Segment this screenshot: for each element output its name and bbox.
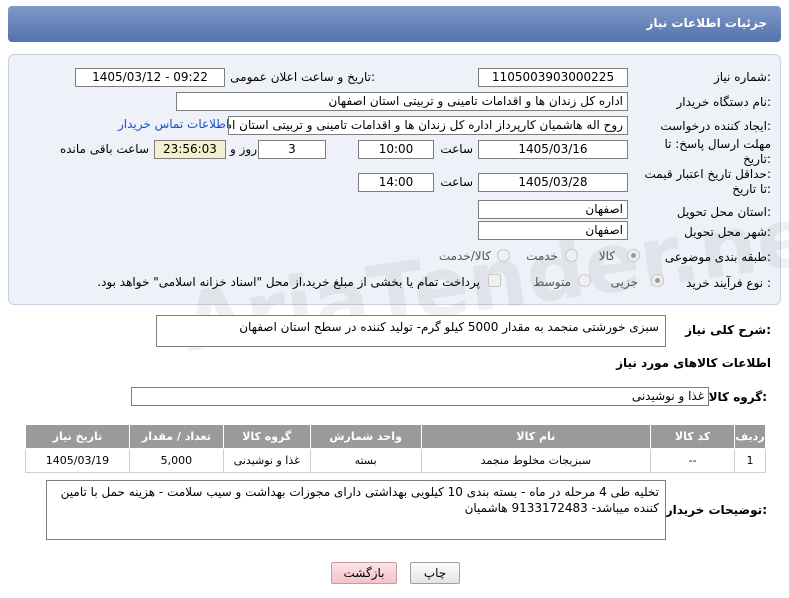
process-option-medium: متوسط	[533, 275, 571, 289]
summary-label: شرح کلی نیاز:	[685, 323, 771, 337]
category-radio-goods-service[interactable]	[497, 249, 510, 262]
cell-row: 1	[734, 448, 766, 473]
table-header-row: ردیف کد کالا نام کالا واحد شمارش گروه کا…	[25, 424, 766, 449]
requester-field: روح اله هاشمیان کارپرداز اداره کل زندان …	[228, 116, 628, 135]
cell-qty: 5,000	[128, 448, 224, 473]
deadline-label-date: تاریخ:	[743, 152, 771, 166]
buyer-notes-textarea: تخلیه طی 4 مرحله در ماه - بسته بندی 10 ک…	[46, 480, 666, 540]
process-radio-medium[interactable]	[578, 274, 591, 287]
col-date-header: تاریخ نیاز	[25, 424, 130, 449]
goods-group-field: غذا و نوشیدنی	[131, 387, 709, 406]
province-field: اصفهان	[478, 200, 628, 219]
buyer-contact-link[interactable]: اطلاعات تماس خریدار	[118, 117, 229, 131]
days-remaining-field: 3	[258, 140, 326, 159]
goods-table: ردیف کد کالا نام کالا واحد شمارش گروه کا…	[25, 424, 766, 473]
remaining-time-label: ساعت باقی مانده	[59, 142, 149, 156]
deadline-time-field: 10:00	[358, 140, 434, 159]
deadline-label: مهلت ارسال پاسخ: تا	[664, 137, 771, 151]
announce-label: تاریخ و ساعت اعلان عمومی:	[230, 70, 375, 84]
goods-group-label: گروه کالا:	[708, 390, 767, 404]
cell-date: 1405/03/19	[25, 448, 130, 473]
cell-code: --	[650, 448, 736, 473]
col-row-header: ردیف	[734, 424, 766, 449]
validity-time-field: 14:00	[358, 173, 434, 192]
requester-label: ایجاد کننده درخواست:	[660, 119, 771, 133]
category-radio-service[interactable]	[565, 249, 578, 262]
process-option-minor: جزیی	[610, 275, 638, 289]
page-title: جزئیات اطلاعات نیاز	[646, 16, 767, 30]
need-number-label: شماره نیاز:	[713, 70, 771, 84]
remaining-time-field: 23:56:03	[154, 140, 226, 159]
col-unit-header: واحد شمارش	[309, 424, 422, 449]
page-header: جزئیات اطلاعات نیاز	[8, 6, 781, 42]
cell-name: سبزیجات مخلوط منجمد	[420, 448, 652, 473]
col-group-header: گروه کالا	[222, 424, 311, 449]
cell-unit: بسته	[309, 448, 422, 473]
buyer-org-field: اداره کل زندان ها و اقدامات تامینی و ترب…	[176, 92, 628, 111]
price-validity-date-label: تا تاریخ:	[732, 182, 771, 196]
category-radio-goods[interactable]	[627, 249, 640, 262]
days-label: روز و	[230, 142, 257, 156]
city-label: شهر محل تحویل:	[684, 225, 771, 239]
col-code-header: کد کالا	[650, 424, 736, 449]
back-button[interactable]: بازگشت	[331, 562, 397, 584]
city-field: اصفهان	[478, 221, 628, 240]
process-radio-minor[interactable]	[651, 274, 664, 287]
col-name-header: نام کالا	[420, 424, 652, 449]
treasury-checkbox[interactable]	[488, 274, 501, 287]
goods-section-title: اطلاعات کالاهای مورد نیاز	[616, 356, 771, 370]
category-option-goods-service: کالا/خدمت	[438, 249, 491, 263]
deadline-date-field: 1405/03/16	[478, 140, 628, 159]
need-number-field: 1105003903000225	[478, 68, 628, 87]
category-label: طبقه بندی موضوعی:	[664, 250, 771, 264]
treasury-note: پرداخت تمام یا بخشی از مبلغ خرید،از محل …	[97, 275, 480, 289]
category-option-goods: کالا	[598, 249, 615, 263]
process-label: نوع فرآیند خرید :	[686, 276, 771, 290]
province-label: استان محل تحویل:	[676, 205, 771, 219]
summary-textarea: سبزی خورشتی منجمد به مقدار 5000 کیلو گرم…	[156, 315, 666, 347]
cell-group: غذا و نوشیدنی	[222, 448, 311, 473]
col-qty-header: تعداد / مقدار	[128, 424, 224, 449]
announce-date-field: 1405/03/12 - 09:22	[75, 68, 225, 87]
buyer-org-label: نام دستگاه خریدار:	[676, 95, 772, 109]
print-button[interactable]: چاپ	[410, 562, 460, 584]
validity-date-field: 1405/03/28	[478, 173, 628, 192]
deadline-time-label: ساعت	[440, 142, 473, 156]
validity-time-label: ساعت	[440, 175, 473, 189]
price-validity-label: حداقل تاریخ اعتبار قیمت:	[644, 167, 771, 181]
buyer-notes-label: توضیحات خریدار:	[665, 503, 767, 517]
category-option-service: خدمت	[526, 249, 558, 263]
table-row: 1 -- سبزیجات مخلوط منجمد بسته غذا و نوشی…	[25, 448, 766, 473]
